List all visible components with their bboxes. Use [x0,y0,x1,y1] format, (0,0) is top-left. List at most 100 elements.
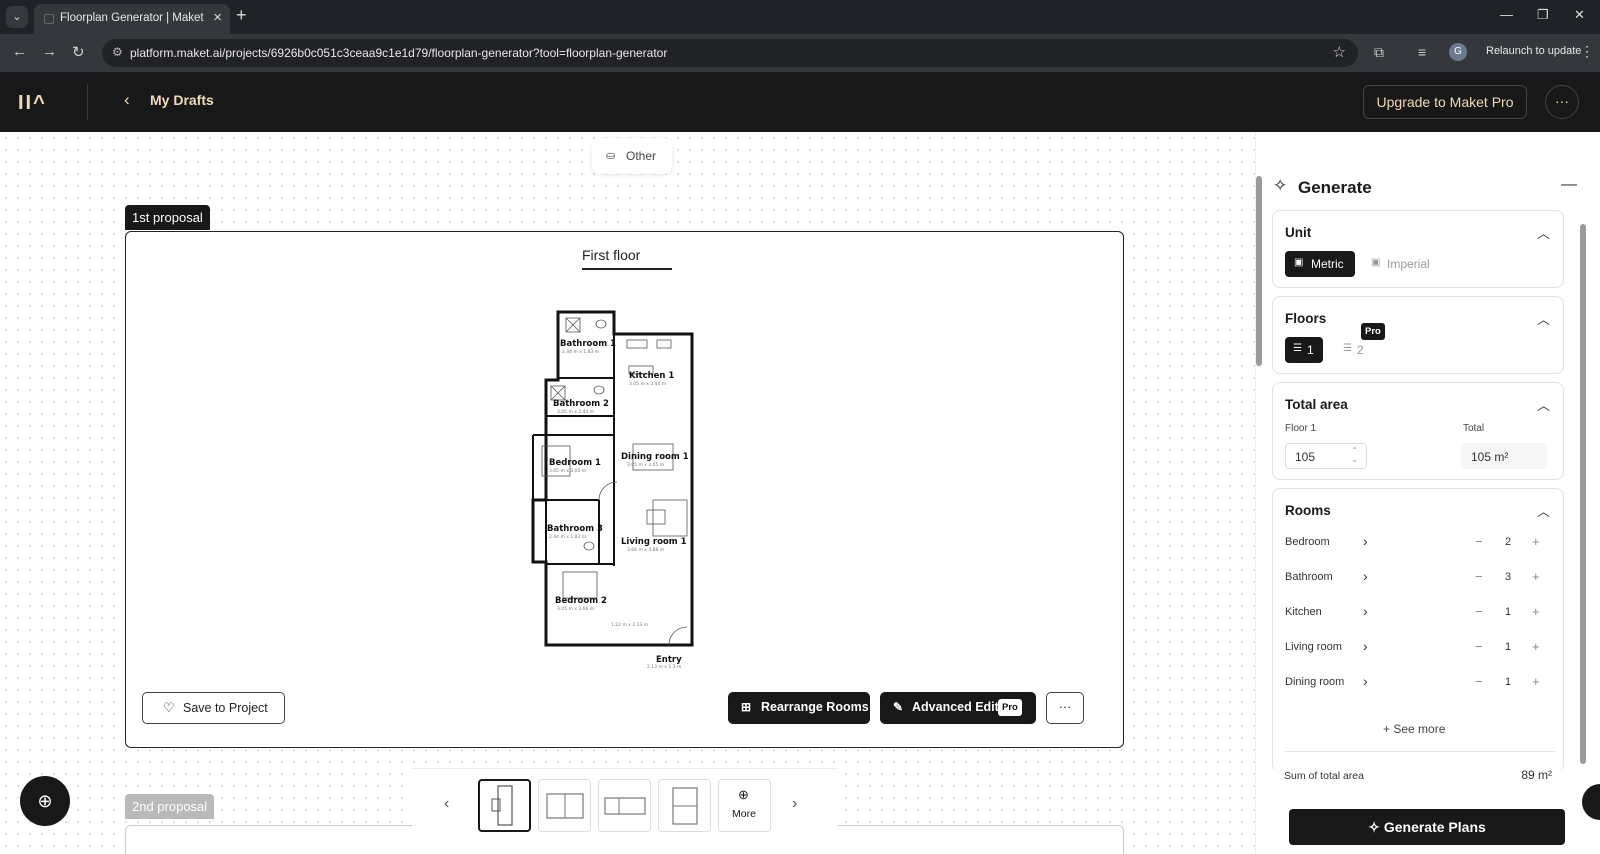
new-tab-icon[interactable]: + [236,5,247,26]
site-info-icon[interactable]: ⚙ [112,45,123,59]
media-control-icon[interactable]: ≡ [1418,44,1426,60]
chevron-up-icon[interactable]: ︿ [1537,309,1550,328]
rearrange-icon: ⊞ [741,700,752,714]
tab-search-icon[interactable]: ⌄ [6,6,28,28]
chevron-right-icon[interactable]: › [1363,533,1368,549]
chevron-up-icon[interactable]: ︿ [1537,223,1550,242]
room-name: Living room [1285,641,1342,653]
floor-1-label: Floor 1 [1285,423,1317,434]
decrement-button[interactable]: − [1475,534,1483,549]
thumbnail-plan-3-icon [604,797,646,815]
imperial-label: Imperial [1387,257,1430,271]
style-chip[interactable]: ⛀ Other [592,138,672,174]
plan-label-living-room-1: Living room 1 [621,537,687,547]
zoom-in-icon: ⊕ [37,791,53,811]
next-arrow-icon[interactable]: › [792,795,797,813]
more-thumbnails-button[interactable]: ⊕ More [718,779,771,832]
stairs-icon: ☰ [1343,343,1352,354]
reload-icon[interactable]: ↻ [72,43,85,61]
restore-icon[interactable]: ❐ [1537,7,1549,23]
room-row-kitchen[interactable]: Kitchen › − 1 + [1285,603,1555,623]
forward-arrow-icon[interactable]: → [42,43,57,60]
floor-1-area-input[interactable]: 105 ⌃ ⌄ [1285,443,1367,469]
metric-toggle[interactable]: ▣ Metric [1285,251,1355,277]
save-to-project-button[interactable]: ♡ Save to Project [142,692,285,724]
back-arrow-icon[interactable]: ← [12,43,27,60]
decrement-button[interactable]: − [1475,604,1483,619]
card-more-icon[interactable]: ··· [1046,692,1084,724]
plus-icon: + [1383,722,1394,736]
extensions-icon[interactable]: ⧉ [1374,44,1384,61]
chevron-up-icon[interactable]: ︿ [1537,501,1550,520]
thumbnail-4[interactable] [658,779,711,832]
chevron-right-icon[interactable]: › [1363,603,1368,619]
decrement-button[interactable]: − [1475,639,1483,654]
room-count: 1 [1505,606,1512,618]
thumbnail-2[interactable] [538,779,591,832]
my-drafts-link[interactable]: My Drafts [150,92,214,108]
profile-avatar[interactable]: G [1449,43,1467,61]
room-row-dining-room[interactable]: Dining room › − 1 + [1285,673,1555,693]
floor-title[interactable]: First floor [582,247,640,263]
increment-button[interactable]: + [1532,534,1540,549]
bookmark-star-icon[interactable]: ☆ [1333,43,1346,61]
chevron-right-icon[interactable]: › [1363,568,1368,584]
unit-section: Unit ︿ ▣ Metric ▣ Imperial [1272,210,1564,288]
stepper-icon[interactable]: ⌃ ⌄ [1351,446,1358,464]
prev-arrow-icon[interactable]: ‹ [444,795,449,813]
panel-scrollbar[interactable] [1580,224,1586,764]
browser-tab[interactable]: Floorplan Generator | Maket × [34,4,230,34]
plan-label-bedroom-2: Bedroom 2 [555,596,607,606]
more-options-icon[interactable]: ··· [1545,85,1579,119]
see-more-button[interactable]: + See more [1383,722,1445,736]
total-area-section: Total area ︿ Floor 1 Total 105 ⌃ ⌄ 105 m² [1272,382,1564,480]
imperial-toggle[interactable]: ▣ Imperial [1365,251,1445,277]
chevron-right-icon[interactable]: › [1363,638,1368,654]
plan-dims-hall: 1.22 m x 2.13 m [611,622,648,628]
plan-dims-entry: 2.13 m x 1.3 m [647,664,681,670]
generate-plans-button[interactable]: ✧ Generate Plans [1289,809,1565,845]
tab-close-icon[interactable]: × [213,9,222,26]
thumbnail-1[interactable] [478,779,531,832]
proposal-1-tag: 1st proposal [125,205,210,230]
room-row-bedroom[interactable]: Bedroom › − 2 + [1285,533,1555,553]
thumbnail-3[interactable] [598,779,651,832]
increment-button[interactable]: + [1532,604,1540,619]
plan-dims-bathroom-3: 2.44 m x 1.83 m [549,534,586,540]
decrement-button[interactable]: − [1475,569,1483,584]
sum-label: Sum of total area [1284,770,1364,782]
rearrange-rooms-label: Rearrange Rooms [761,700,869,714]
chevron-right-icon[interactable]: › [1363,673,1368,689]
header-divider [87,84,88,120]
chevron-up-icon[interactable]: ︿ [1537,395,1550,414]
rearrange-rooms-button[interactable]: ⊞ Rearrange Rooms [728,692,870,724]
advanced-edit-label: Advanced Edit [912,700,999,714]
room-row-bathroom[interactable]: Bathroom › − 3 + [1285,568,1555,588]
browser-menu-icon[interactable]: ⋮ [1580,43,1594,60]
plus-circle-icon: ⊕ [738,787,749,802]
increment-button[interactable]: + [1532,639,1540,654]
site-favicon-icon [44,14,54,24]
floors-2-toggle[interactable]: ☰ 2 [1335,337,1373,363]
increment-button[interactable]: + [1532,569,1540,584]
plan-dims-bathroom-1: 2.44 m x 1.83 m [562,349,599,355]
decrement-button[interactable]: − [1475,674,1483,689]
address-bar[interactable]: ⚙ platform.maket.ai/projects/6926b0c051c… [102,39,1358,67]
floors-1-toggle[interactable]: ☰ 1 [1285,337,1323,363]
increment-button[interactable]: + [1532,674,1540,689]
collapse-panel-icon[interactable]: — [1561,176,1577,194]
maket-logo[interactable]: II^ [18,92,47,115]
minimize-icon[interactable]: — [1500,7,1513,22]
advanced-edit-button[interactable]: ✎ Advanced Edit Pro [880,692,1036,724]
floorplan-drawing[interactable]: Bathroom 1 Kitchen 1 Bathroom 2 Bedroom … [529,310,729,678]
room-row-living-room[interactable]: Living room › − 1 + [1285,638,1555,658]
window-close-icon[interactable]: ✕ [1574,7,1585,23]
url-text: platform.maket.ai/projects/6926b0c051c3c… [130,46,668,60]
zoom-fab-button[interactable]: ⊕ [20,776,70,826]
more-label: More [732,808,756,820]
side-toggle-button[interactable] [1582,784,1600,820]
upgrade-button[interactable]: Upgrade to Maket Pro [1363,85,1527,119]
back-chevron-icon[interactable]: ‹ [124,90,130,110]
relaunch-to-update-button[interactable]: Relaunch to update [1486,45,1581,57]
canvas-scrollbar[interactable] [1256,176,1262,366]
